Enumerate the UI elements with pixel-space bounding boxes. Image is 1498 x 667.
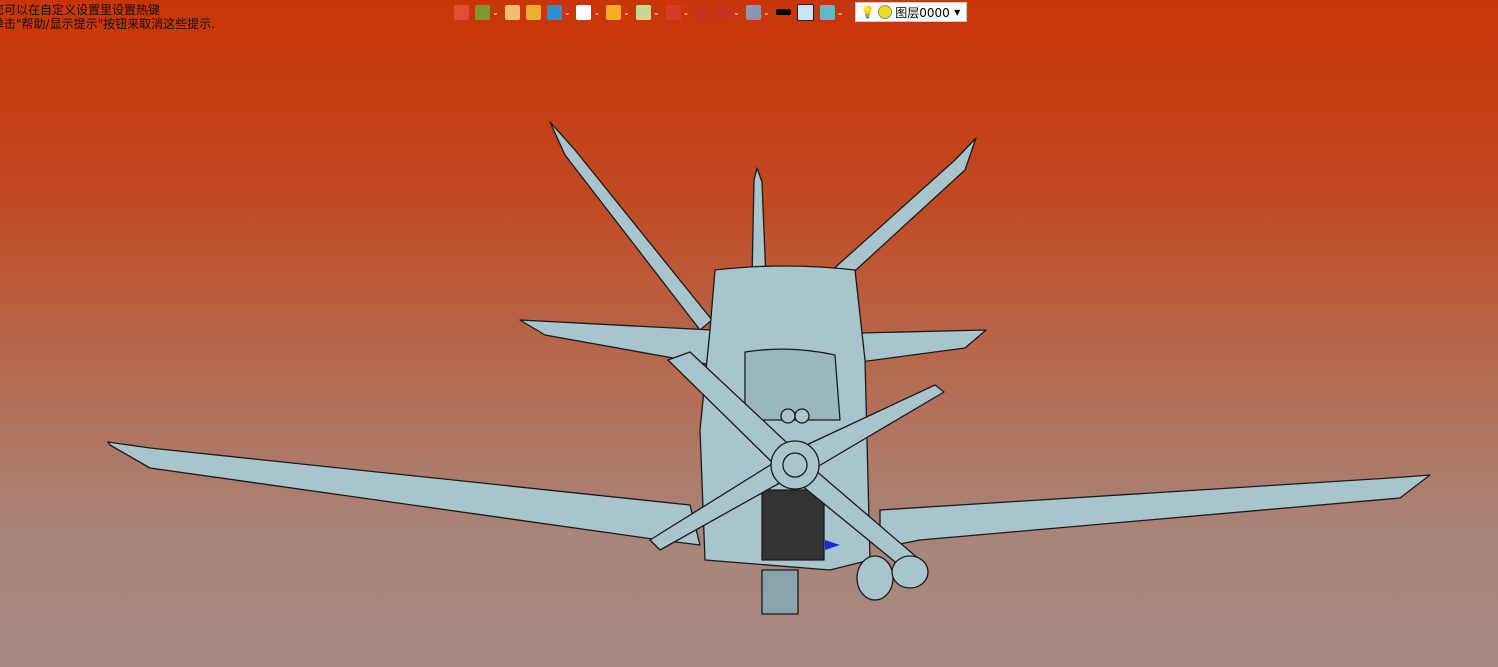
nacelle-right [891,555,929,589]
v-tail-left [549,121,713,331]
aircraft-model-viewport[interactable] [0,0,1498,667]
landing-gear [761,569,799,615]
wing-right [879,474,1431,549]
v-tail-right [829,137,977,281]
engine-grille [761,489,825,561]
h-stab-right [859,329,987,363]
wing-left [107,441,701,546]
nacelle-left [856,555,894,601]
vertical-fin [751,167,767,281]
